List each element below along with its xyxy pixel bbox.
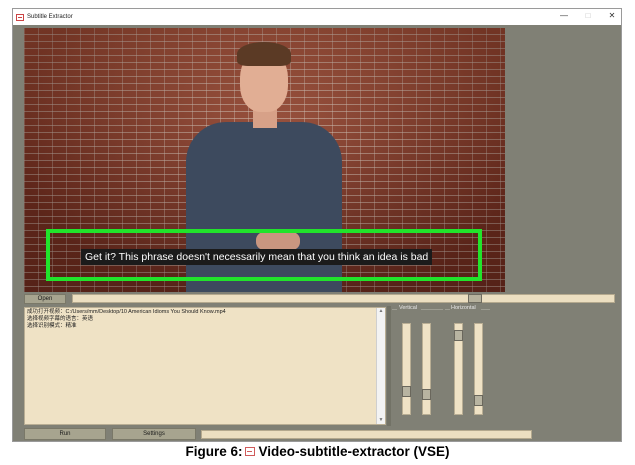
- app-window: Subtitle Extractor — □ ✕ Get it? This ph…: [12, 8, 622, 442]
- progress-slider-thumb[interactable]: [468, 294, 482, 303]
- slider-thumb[interactable]: [474, 395, 483, 406]
- open-button[interactable]: Open: [24, 294, 66, 304]
- log-line: 选择识别模式：精准: [27, 323, 77, 329]
- maximize-icon[interactable]: □: [583, 11, 593, 20]
- vertical-group-label: Vertical: [399, 305, 418, 311]
- horizontal-group-label: Horizontal: [451, 305, 476, 311]
- vertical-slider-1[interactable]: [402, 323, 411, 415]
- video-preview: Get it? This phrase doesn't necessarily …: [24, 28, 505, 292]
- horizontal-slider-2[interactable]: [474, 323, 483, 415]
- slider-thumb[interactable]: [402, 386, 411, 397]
- vertical-slider-2[interactable]: [422, 323, 431, 415]
- close-icon[interactable]: ✕: [607, 11, 617, 20]
- slider-thumb[interactable]: [422, 389, 431, 400]
- minimize-icon[interactable]: —: [559, 11, 569, 20]
- caption-text: Video-subtitle-extractor (VSE): [258, 444, 450, 459]
- video-progress-slider[interactable]: [72, 294, 615, 303]
- log-scrollbar[interactable]: ▲ ▼: [376, 308, 385, 424]
- log-line: 选择视频字幕的语言：英语: [27, 316, 94, 322]
- app-logo-icon: [245, 447, 256, 456]
- caption-prefix: Figure 6:: [185, 444, 243, 459]
- app-icon: [16, 13, 24, 21]
- horizontal-slider-1[interactable]: [454, 323, 463, 415]
- window-title: Subtitle Extractor: [27, 14, 73, 20]
- scroll-down-icon[interactable]: ▼: [377, 417, 385, 424]
- title-bar: Subtitle Extractor — □ ✕: [13, 9, 621, 25]
- output-log[interactable]: 成功打开视频：C:/Users/mm/Desktop/10 American I…: [24, 307, 386, 425]
- log-line: 成功打开视频：C:/Users/mm/Desktop/10 American I…: [27, 309, 226, 315]
- subtitle-detection-box[interactable]: [46, 229, 482, 281]
- slider-thumb[interactable]: [454, 330, 463, 341]
- panel-divider: [387, 306, 391, 426]
- settings-button[interactable]: Settings: [112, 428, 196, 440]
- run-button[interactable]: Run: [24, 428, 106, 440]
- figure-caption: Figure 6: Video-subtitle-extractor (VSE): [0, 444, 635, 459]
- scroll-up-icon[interactable]: ▲: [377, 308, 385, 315]
- window-controls: — □ ✕: [559, 11, 617, 20]
- status-progress-bar: [201, 430, 532, 439]
